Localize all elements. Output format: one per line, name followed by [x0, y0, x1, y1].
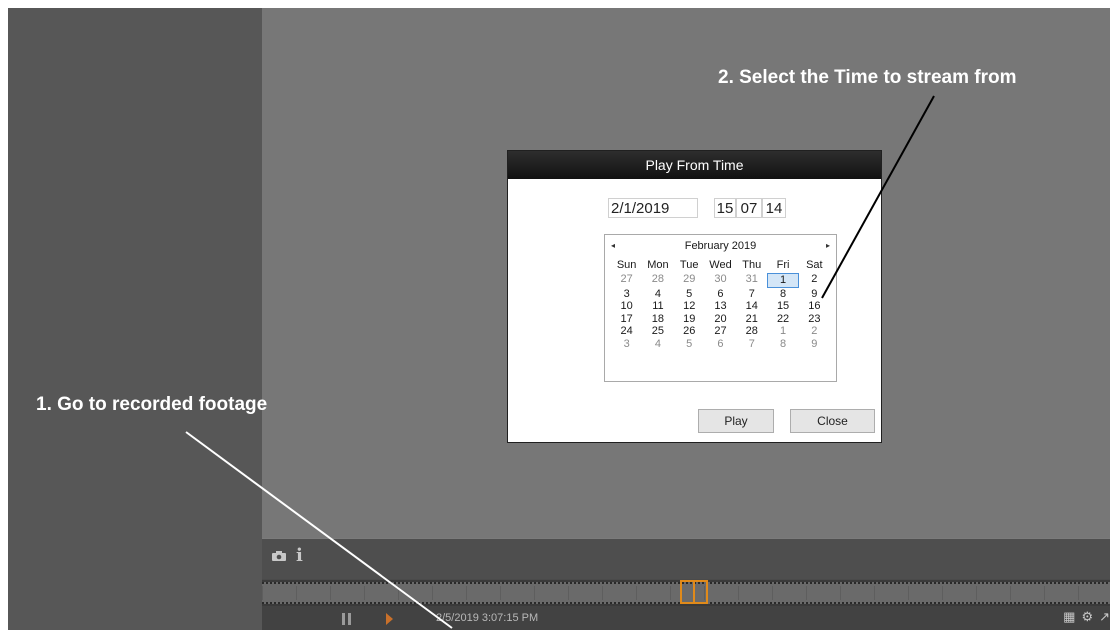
calendar-day[interactable]: 26 [674, 325, 705, 338]
camera-icon[interactable] [272, 551, 286, 561]
calendar-day[interactable]: 3 [611, 288, 642, 301]
calendar-day[interactable]: 6 [705, 288, 736, 301]
calendar-day[interactable]: 17 [611, 313, 642, 326]
calendar-day[interactable]: 30 [705, 273, 736, 288]
calendar-day[interactable]: 11 [642, 300, 673, 313]
annotation-step-2: 2. Select the Time to stream from [718, 67, 1017, 88]
play-button[interactable]: Play [698, 409, 774, 433]
time-hours-input[interactable]: 15 [714, 198, 736, 218]
calendar-day[interactable]: 7 [736, 288, 767, 301]
close-button[interactable]: Close [790, 409, 875, 433]
playback-controls: 2/5/2019 3:07:15 PM ▦ ⚙ ↗ [262, 606, 1110, 630]
weekday-header: Sat [806, 259, 823, 271]
calendar-day[interactable]: 9 [799, 338, 830, 351]
next-month-icon[interactable]: ▸ [826, 235, 830, 257]
calendar-day[interactable]: 2 [799, 325, 830, 338]
calendar-day[interactable]: 31 [736, 273, 767, 288]
calendar-day[interactable]: 2 [799, 273, 830, 288]
weekday-header: Tue [679, 259, 699, 271]
calendar-day[interactable]: 28 [642, 273, 673, 288]
left-panel [8, 8, 262, 630]
info-icon[interactable]: i [296, 545, 303, 566]
calendar-day[interactable]: 15 [767, 300, 798, 313]
calendar-day[interactable]: 5 [674, 338, 705, 351]
calendar-day[interactable]: 16 [799, 300, 830, 313]
playback-bar: i 2/5/2019 3:07:15 PM ▦ ⚙ ↗ [262, 539, 1110, 630]
play-from-time-dialog: Play From Time 2/1/2019 15 07 14 ◂ Febru… [507, 150, 882, 443]
play-icon[interactable] [386, 613, 393, 625]
calendar-day[interactable]: 22 [767, 313, 798, 326]
calendar-day[interactable]: 12 [674, 300, 705, 313]
time-minutes-input[interactable]: 07 [736, 198, 762, 218]
calendar-header: ◂ February 2019 ▸ [605, 235, 836, 257]
calendar-day[interactable]: 4 [642, 338, 673, 351]
weekday-header: Wed [709, 259, 732, 271]
calendar-day[interactable]: 21 [736, 313, 767, 326]
timeline-scrubber[interactable] [262, 580, 1110, 606]
calendar-day[interactable]: 3 [611, 338, 642, 351]
calendar-day[interactable]: 8 [767, 288, 798, 301]
dialog-title: Play From Time [508, 151, 881, 179]
calendar-day[interactable]: 14 [736, 300, 767, 313]
calendar-day[interactable]: 27 [611, 273, 642, 288]
calendar-day[interactable]: 9 [799, 288, 830, 301]
calendar-day[interactable]: 7 [736, 338, 767, 351]
calendar-day[interactable]: 23 [799, 313, 830, 326]
calendar-day[interactable]: 4 [642, 288, 673, 301]
weekday-header: Sun [616, 259, 637, 271]
annotation-step-1: 1. Go to recorded footage [36, 394, 268, 415]
calendar-day[interactable]: 27 [705, 325, 736, 338]
calendar-day[interactable]: 8 [767, 338, 798, 351]
calendar-day[interactable]: 1 [767, 325, 798, 338]
weekday-header: Mon [647, 259, 669, 271]
prev-month-icon[interactable]: ◂ [611, 235, 615, 257]
pause-icon[interactable] [342, 613, 352, 625]
date-input[interactable]: 2/1/2019 [608, 198, 698, 218]
calendar-day[interactable]: 6 [705, 338, 736, 351]
playback-toolbar: i [262, 539, 1110, 579]
calendar-day[interactable]: 20 [705, 313, 736, 326]
calendar-day[interactable]: 25 [642, 325, 673, 338]
time-seconds-input[interactable]: 14 [762, 198, 786, 218]
weekday-header: Thu [742, 259, 762, 271]
calendar-day[interactable]: 19 [674, 313, 705, 326]
calendar: ◂ February 2019 ▸ Sun Mon Tue Wed Thu Fri Sat 2… [604, 234, 837, 382]
calendar-day[interactable]: 13 [705, 300, 736, 313]
calendar-day[interactable]: 18 [642, 313, 673, 326]
calendar-grid: Sun Mon Tue Wed Thu Fri Sat 27 28 29 30 31 1 2 3 4 5 6 7 8 9… [611, 257, 830, 350]
expand-icon[interactable]: ↗ [1099, 609, 1110, 625]
calendar-month-label[interactable]: February 2019 [685, 240, 757, 252]
playback-timestamp: 2/5/2019 3:07:15 PM [436, 612, 539, 624]
calendar-day[interactable]: 10 [611, 300, 642, 313]
settings-gear-icon[interactable]: ⚙ [1081, 609, 1093, 625]
calendar-day[interactable]: 29 [674, 273, 705, 288]
export-clip-icon[interactable]: ▦ [1063, 609, 1075, 625]
playback-tools: ▦ ⚙ ↗ [1063, 609, 1110, 625]
calendar-day[interactable]: 1 [767, 273, 799, 288]
weekday-header: Fri [776, 259, 790, 271]
timeline-playhead[interactable] [680, 580, 708, 604]
calendar-day[interactable]: 28 [736, 325, 767, 338]
calendar-day[interactable]: 24 [611, 325, 642, 338]
calendar-day[interactable]: 5 [674, 288, 705, 301]
